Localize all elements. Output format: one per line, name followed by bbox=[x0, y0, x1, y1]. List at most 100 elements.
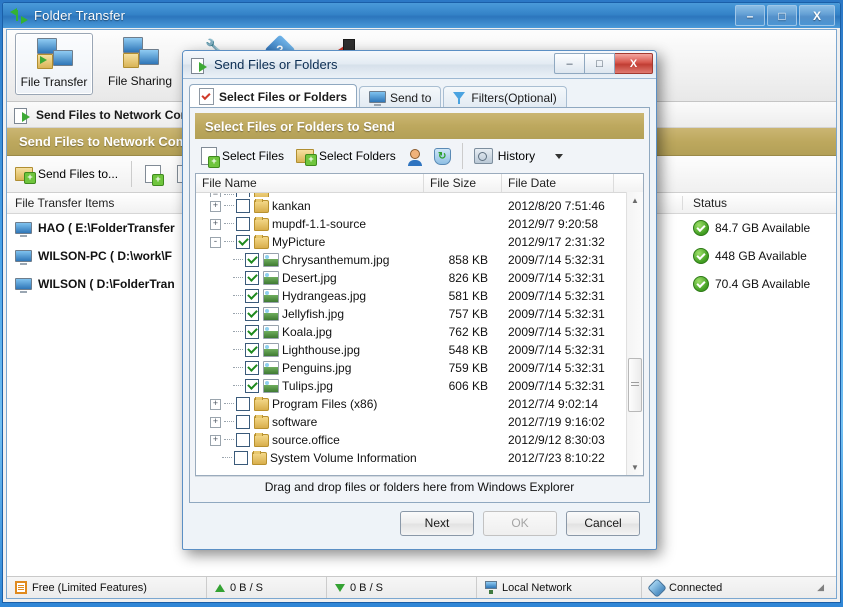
row-checkbox[interactable] bbox=[245, 289, 259, 303]
row-checkbox[interactable] bbox=[245, 343, 259, 357]
green-check-icon bbox=[693, 220, 709, 236]
folder-icon bbox=[254, 433, 269, 447]
table-row[interactable]: Koala.jpg 762 KB 2009/7/14 5:32:31 bbox=[196, 323, 643, 341]
row-name-cell: + software bbox=[196, 415, 424, 429]
table-row[interactable]: Chrysanthemum.jpg 858 KB 2009/7/14 5:32:… bbox=[196, 251, 643, 269]
row-checkbox[interactable] bbox=[236, 433, 250, 447]
row-checkbox[interactable] bbox=[234, 451, 248, 465]
table-row[interactable]: + kankan 2012/8/20 7:51:46 bbox=[196, 197, 643, 215]
expander-toggle[interactable]: + bbox=[210, 218, 221, 230]
main-window-controls: – □ X bbox=[735, 5, 835, 26]
dialog-minimize-button[interactable]: – bbox=[554, 53, 585, 74]
history-button[interactable]: History bbox=[468, 141, 569, 171]
scroll-down-arrow-icon[interactable]: ▼ bbox=[627, 459, 643, 475]
transfer-arrows-icon bbox=[10, 7, 28, 24]
image-icon bbox=[263, 361, 279, 375]
maximize-button[interactable]: □ bbox=[767, 5, 797, 26]
license-icon bbox=[15, 581, 27, 594]
row-name-cell: System Volume Information bbox=[196, 451, 424, 465]
user-button[interactable] bbox=[402, 141, 428, 171]
green-check-icon bbox=[693, 248, 709, 264]
column-header-file-name[interactable]: File Name bbox=[196, 174, 424, 192]
expander-toggle[interactable]: - bbox=[210, 236, 221, 248]
dialog-maximize-button[interactable]: □ bbox=[585, 53, 615, 74]
row-name-cell: Koala.jpg bbox=[196, 325, 424, 339]
row-file-date: 2009/7/14 5:32:31 bbox=[508, 361, 605, 375]
row-checkbox[interactable] bbox=[236, 199, 250, 213]
tab-label: Filters(Optional) bbox=[471, 90, 557, 105]
column-header-file-date[interactable]: File Date bbox=[502, 174, 614, 192]
remove-file-button[interactable] bbox=[137, 159, 169, 189]
send-files-to-button[interactable]: Send Files to... bbox=[7, 159, 126, 189]
close-button[interactable]: X bbox=[799, 5, 835, 26]
row-checkbox[interactable] bbox=[236, 397, 250, 411]
scrollbar-thumb[interactable] bbox=[628, 358, 642, 412]
table-row[interactable]: Jellyfish.jpg 757 KB 2009/7/14 5:32:31 bbox=[196, 305, 643, 323]
row-checkbox[interactable] bbox=[245, 253, 259, 267]
column-header-status[interactable]: Status bbox=[683, 196, 727, 210]
row-checkbox[interactable] bbox=[236, 235, 250, 249]
folder-icon bbox=[254, 217, 269, 231]
table-row[interactable]: - MyPicture 2012/9/17 2:31:32 bbox=[196, 233, 643, 251]
history-icon bbox=[473, 148, 493, 164]
tab-select-files-or-folders[interactable]: Select Files or Folders bbox=[189, 84, 358, 108]
row-file-date: 2009/7/14 5:32:31 bbox=[508, 325, 605, 339]
image-icon bbox=[263, 343, 279, 357]
main-window-title: Folder Transfer bbox=[34, 8, 126, 23]
row-checkbox[interactable] bbox=[236, 217, 250, 231]
cancel-button[interactable]: Cancel bbox=[566, 510, 640, 536]
table-row[interactable]: + mupdf-1.1-source 2012/9/7 9:20:58 bbox=[196, 215, 643, 233]
vertical-scrollbar[interactable]: ▲ ▼ bbox=[626, 192, 643, 475]
network-icon bbox=[485, 581, 497, 594]
computer-icon bbox=[15, 221, 32, 237]
table-row[interactable]: Penguins.jpg 759 KB 2009/7/14 5:32:31 bbox=[196, 359, 643, 377]
table-row[interactable]: + software 2012/7/19 9:16:02 bbox=[196, 413, 643, 431]
status-upload: 0 B / S bbox=[207, 577, 327, 598]
ribbon-item-file-sharing[interactable]: File Sharing bbox=[101, 33, 179, 95]
resize-grip[interactable]: ◢ bbox=[817, 582, 824, 593]
refresh-button[interactable]: ↻ bbox=[428, 141, 457, 171]
select-files-button[interactable]: Select Files bbox=[195, 141, 290, 171]
table-row[interactable]: Lighthouse.jpg 548 KB 2009/7/14 5:32:31 bbox=[196, 341, 643, 359]
dialog-close-button[interactable]: X bbox=[615, 53, 653, 74]
expander-toggle[interactable]: + bbox=[210, 434, 221, 446]
minimize-button[interactable]: – bbox=[735, 5, 765, 26]
next-button[interactable]: Next bbox=[400, 510, 474, 536]
tab-filters[interactable]: Filters(Optional) bbox=[443, 86, 567, 108]
status-network: Local Network bbox=[477, 577, 642, 598]
column-header-file-size[interactable]: File Size bbox=[424, 174, 502, 192]
select-folders-button[interactable]: Select Folders bbox=[290, 141, 402, 171]
status-download: 0 B / S bbox=[327, 577, 477, 598]
file-tree-list: File Name File Size File Date − bbox=[195, 173, 644, 476]
table-row[interactable]: Desert.jpg 826 KB 2009/7/14 5:32:31 bbox=[196, 269, 643, 287]
row-checkbox[interactable] bbox=[245, 325, 259, 339]
row-file-name: Penguins.jpg bbox=[282, 361, 352, 375]
row-checkbox[interactable] bbox=[236, 415, 250, 429]
add-file-icon bbox=[201, 147, 220, 168]
row-checkbox[interactable] bbox=[245, 361, 259, 375]
row-checkbox[interactable] bbox=[245, 271, 259, 285]
table-row[interactable]: Hydrangeas.jpg 581 KB 2009/7/14 5:32:31 bbox=[196, 287, 643, 305]
table-row[interactable]: + source.office 2012/9/12 8:30:03 bbox=[196, 431, 643, 449]
chevron-down-icon[interactable] bbox=[555, 153, 564, 159]
expander-toggle[interactable]: + bbox=[210, 398, 221, 410]
row-checkbox[interactable] bbox=[245, 379, 259, 393]
tree-header-row: File Name File Size File Date bbox=[196, 174, 643, 193]
checklist-icon bbox=[199, 88, 214, 105]
scroll-up-arrow-icon[interactable]: ▲ bbox=[627, 192, 643, 208]
ribbon-item-file-transfer[interactable]: File Transfer bbox=[15, 33, 93, 95]
table-row[interactable]: Tulips.jpg 606 KB 2009/7/14 5:32:31 bbox=[196, 377, 643, 395]
row-name-cell: Jellyfish.jpg bbox=[196, 307, 424, 321]
row-file-name: Hydrangeas.jpg bbox=[282, 289, 367, 303]
row-checkbox[interactable] bbox=[245, 307, 259, 321]
row-status-cell: 70.4 GB Available bbox=[683, 276, 810, 292]
expander-toggle[interactable]: + bbox=[210, 200, 221, 212]
table-row[interactable]: + Program Files (x86) 2012/7/4 9:02:14 bbox=[196, 395, 643, 413]
tab-send-to[interactable]: Send to bbox=[359, 86, 442, 108]
row-status-cell: 84.7 GB Available bbox=[683, 220, 810, 236]
toolbar-separator bbox=[131, 161, 133, 187]
table-row[interactable]: System Volume Information 2012/7/23 8:10… bbox=[196, 449, 643, 467]
expander-toggle[interactable]: + bbox=[210, 416, 221, 428]
status-connection-label: Connected bbox=[669, 581, 723, 594]
row-file-name: Chrysanthemum.jpg bbox=[282, 253, 390, 267]
